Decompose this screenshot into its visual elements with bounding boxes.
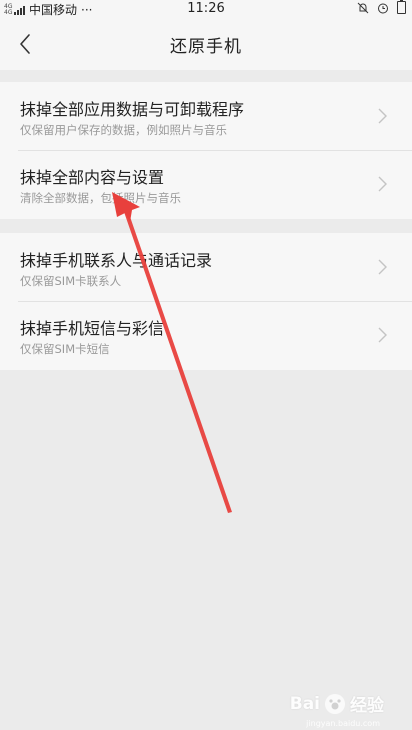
paw-icon — [325, 693, 345, 714]
status-right — [357, 0, 406, 14]
status-time: 11:26 — [187, 1, 225, 16]
option-title: 抹掉手机短信与彩信 — [20, 319, 165, 338]
watermark: Bai 经验 — [290, 691, 384, 716]
chevron-right-icon — [378, 327, 387, 343]
erase-messages-option[interactable]: 抹掉手机短信与彩信 仅保留SIM卡短信 — [0, 301, 412, 369]
option-subtitle: 仅保留SIM卡联系人 — [20, 274, 122, 288]
watermark-url: jingyan.baidu.com — [306, 719, 380, 728]
watermark-brand: Bai — [289, 693, 320, 714]
option-title: 抹掉全部内容与设置 — [20, 168, 165, 187]
erase-contacts-option[interactable]: 抹掉手机联系人与通话记录 仅保留SIM卡联系人 — [0, 233, 412, 301]
mute-bell-icon — [357, 2, 369, 13]
erase-app-data-option[interactable]: 抹掉全部应用数据与可卸载程序 仅保留用户保存的数据，例如照片与音乐 — [0, 82, 412, 150]
chevron-right-icon — [378, 108, 387, 124]
watermark-suffix: 经验 — [350, 696, 384, 716]
page-title: 还原手机 — [170, 37, 242, 57]
status-bar: 4G 4G 中国移动 ··· 11:26 — [0, 0, 412, 18]
settings-group-2: 抹掉手机联系人与通话记录 仅保留SIM卡联系人 抹掉手机短信与彩信 仅保留SIM… — [0, 233, 412, 370]
settings-group-1: 抹掉全部应用数据与可卸载程序 仅保留用户保存的数据，例如照片与音乐 抹掉全部内容… — [0, 82, 412, 219]
chevron-right-icon — [378, 176, 387, 192]
option-subtitle: 仅保留SIM卡短信 — [20, 342, 110, 356]
option-subtitle: 仅保留用户保存的数据，例如照片与音乐 — [20, 123, 227, 137]
alarm-icon — [378, 3, 388, 13]
option-title: 抹掉全部应用数据与可卸载程序 — [20, 100, 245, 119]
chevron-right-icon — [378, 259, 387, 275]
option-title: 抹掉手机联系人与通话记录 — [20, 251, 213, 270]
erase-all-content-option[interactable]: 抹掉全部内容与设置 清除全部数据，包括照片与音乐 — [0, 150, 412, 218]
nav-bar: 还原手机 — [0, 18, 412, 70]
option-subtitle: 清除全部数据，包括照片与音乐 — [20, 191, 181, 205]
battery-icon — [397, 0, 406, 14]
